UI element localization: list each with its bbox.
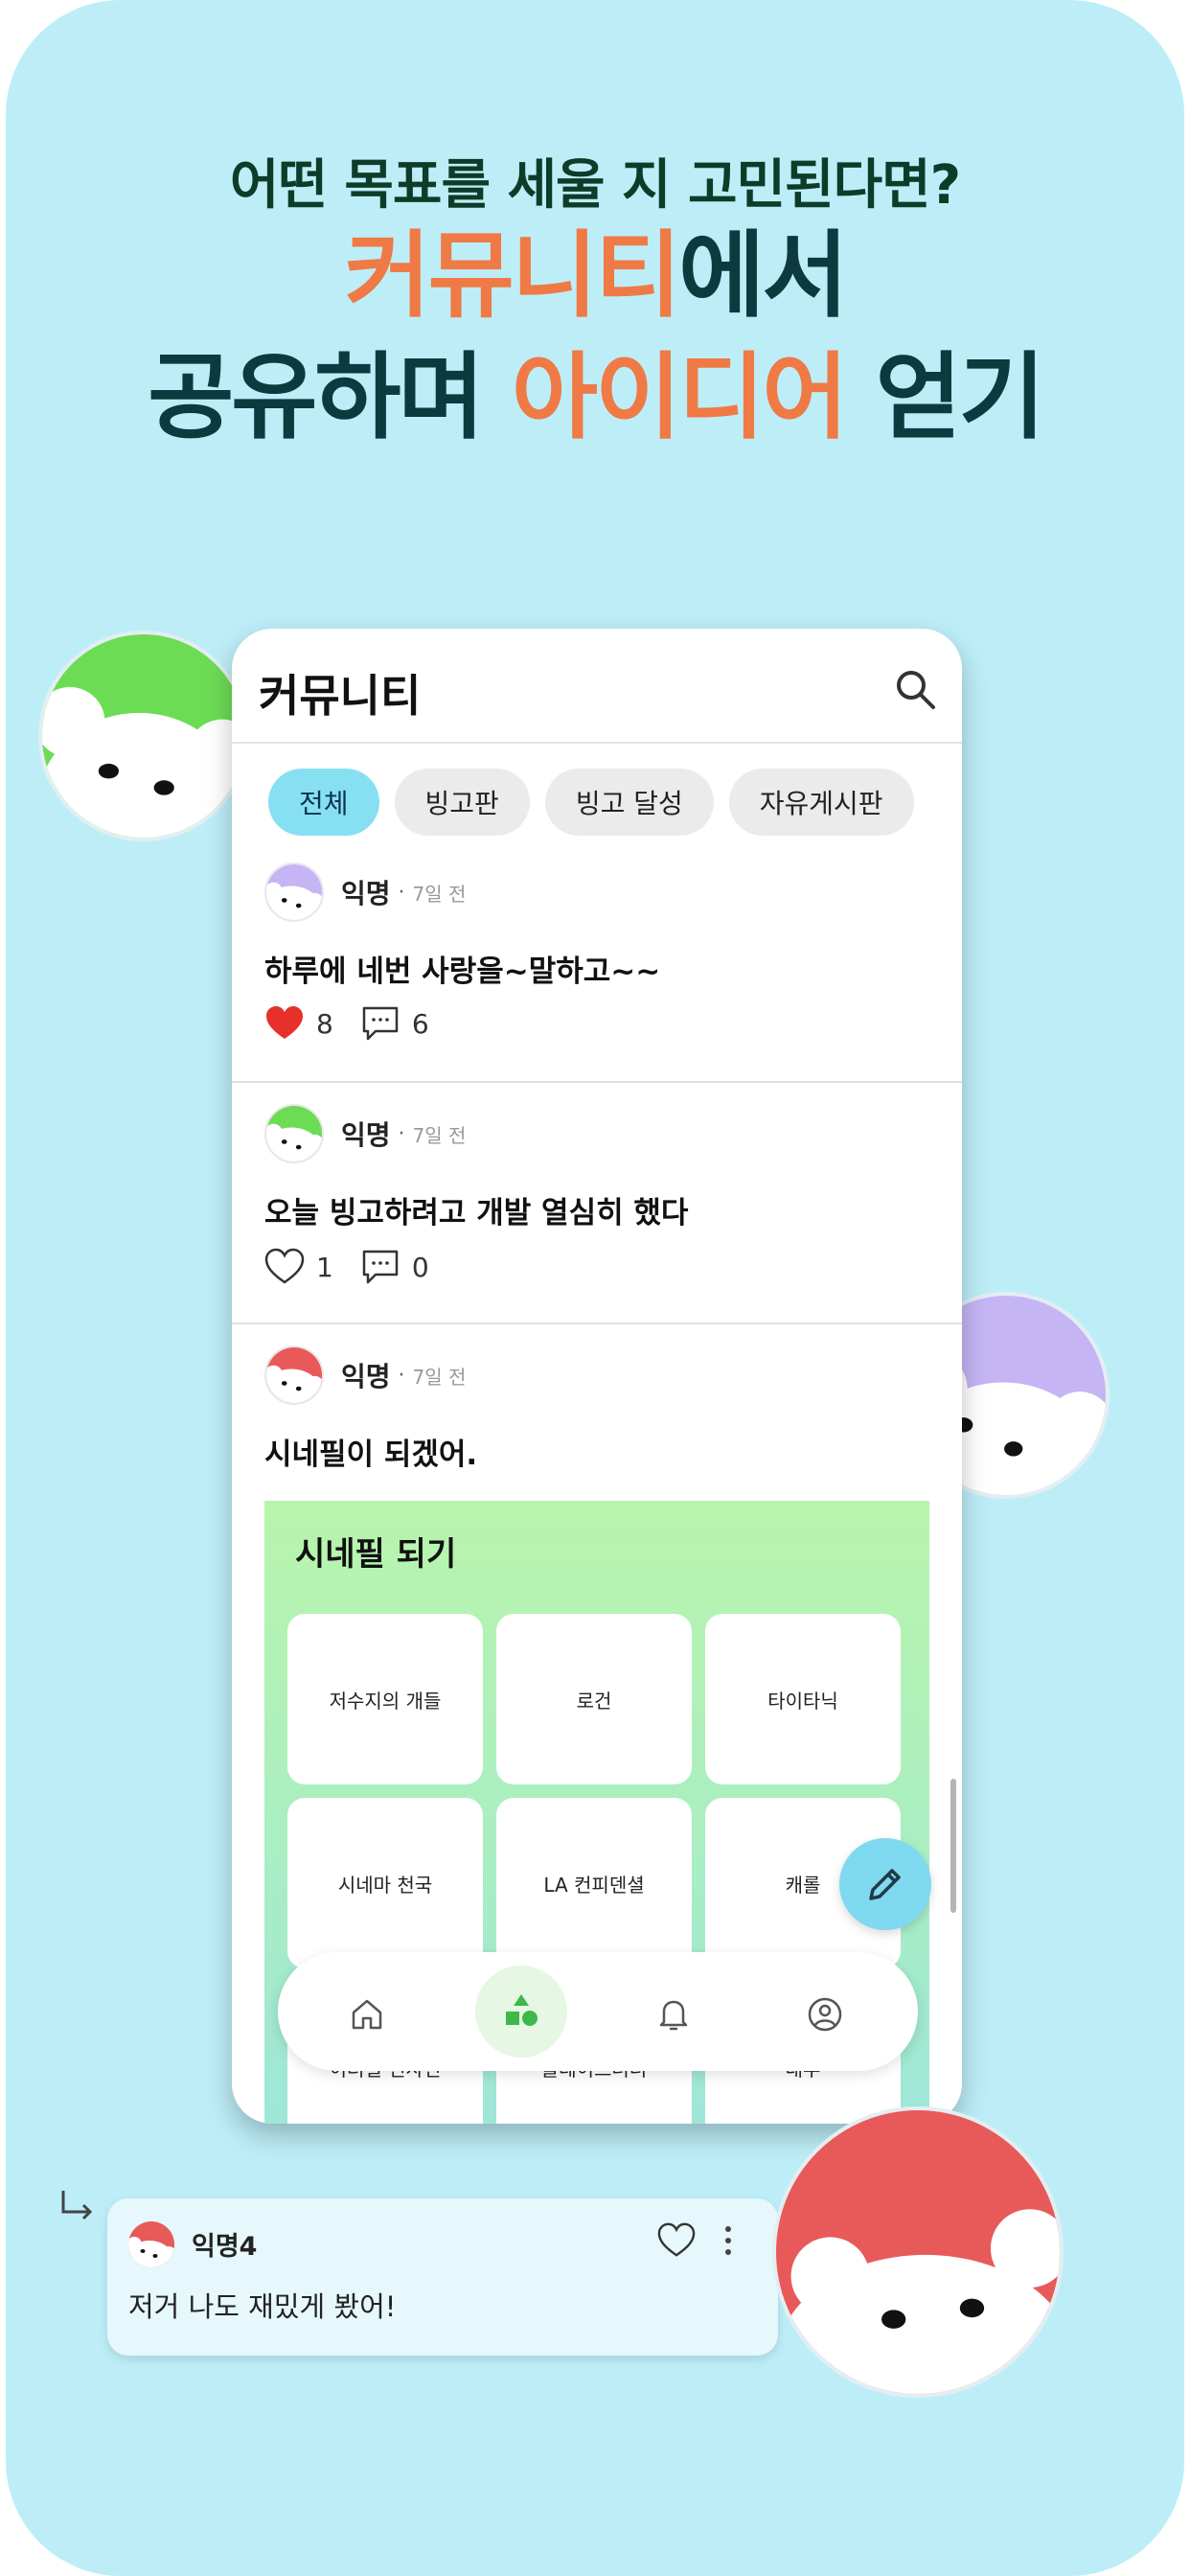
headline-line-3: 공유하며 아이디어 얻기 [0, 340, 1190, 455]
separator-dot: · [398, 1121, 405, 1146]
page-title: 커뮤니티 [259, 670, 422, 722]
post-text: 오늘 빙고하려고 개발 열심히 했다 [264, 1196, 689, 1230]
bingo-cell[interactable]: 로건 [496, 1614, 692, 1784]
separator-dot: · [398, 1363, 405, 1388]
comment-author: 익명4 [192, 2232, 258, 2262]
avatar [128, 2221, 174, 2267]
bingo-cell[interactable]: LA 컨피덴셜 [496, 1798, 692, 1968]
pencil-icon [869, 1869, 901, 1900]
post-meta: 익명 · 7일 전 [264, 862, 466, 922]
post-text: 시네필이 되겠어. [264, 1438, 478, 1472]
post-reactions: 8 6 [264, 1004, 456, 1043]
heart-outline-icon[interactable] [657, 2221, 696, 2260]
post-reactions: 1 0 [264, 1248, 456, 1286]
bingo-cell[interactable]: 타이타닉 [705, 1614, 901, 1784]
avatar [264, 862, 324, 922]
comment-text: 저거 나도 재밌게 봤어! [128, 2290, 397, 2323]
post-item[interactable]: 익명 · 7일 전 하루에 네번 사랑을~말하고~~ 8 6 [232, 862, 962, 1083]
bingo-title: 시네필 되기 [295, 1535, 457, 1574]
headline-line-3-start: 공유하며 [148, 343, 512, 452]
app-header: 커뮤니티 [232, 629, 962, 744]
headline-highlight-idea: 아이디어 [511, 343, 849, 452]
tab-all[interactable]: 전체 [268, 769, 379, 836]
reply-arrow-icon [61, 2191, 93, 2220]
comment-icon[interactable] [360, 1248, 400, 1286]
like-count: 8 [316, 1007, 333, 1040]
heart-filled-icon[interactable] [264, 1004, 305, 1043]
headline-line-3-end: 얻기 [845, 343, 1045, 452]
avatar [264, 1104, 324, 1163]
post-meta: 익명 · 7일 전 [264, 1104, 466, 1163]
comment-icon[interactable] [360, 1004, 400, 1043]
nav-profile[interactable] [782, 1971, 868, 2058]
bottom-navigation [278, 1952, 918, 2071]
red-bear-avatar [772, 2106, 1064, 2398]
nav-community[interactable] [475, 1966, 567, 2058]
tab-bingo-achieved[interactable]: 빙고 달성 [544, 769, 714, 836]
nav-home[interactable] [324, 1971, 410, 2058]
separator-dot: · [398, 880, 405, 905]
profile-icon [808, 1997, 842, 2032]
post-time: 7일 전 [412, 1123, 467, 1147]
tab-free-board[interactable]: 자유게시판 [728, 769, 914, 836]
green-bear-avatar [38, 631, 249, 841]
headline-line-2: 커뮤니티에서 [0, 218, 1190, 334]
bingo-cell[interactable]: 저수지의 개들 [287, 1614, 483, 1784]
post-item[interactable]: 익명 · 7일 전 오늘 빙고하려고 개발 열심히 했다 1 0 [232, 1104, 962, 1324]
post-meta: 익명 · 7일 전 [264, 1346, 466, 1405]
heart-outline-icon[interactable] [264, 1248, 305, 1286]
post-author: 익명 [341, 1361, 391, 1392]
headline-highlight-community: 커뮤니티 [344, 221, 682, 331]
like-count: 1 [316, 1251, 333, 1283]
category-tabs: 전체 빙고판 빙고 달성 자유게시판 [268, 769, 914, 836]
post-time: 7일 전 [412, 882, 467, 906]
scrollbar[interactable] [950, 1779, 956, 1913]
post-text: 하루에 네번 사랑을~말하고~~ [264, 954, 661, 989]
post-time: 7일 전 [412, 1365, 467, 1389]
comment-card[interactable]: 익명4 저거 나도 재밌게 봤어! [107, 2198, 778, 2356]
home-icon [352, 1999, 382, 2030]
community-icon [506, 1994, 538, 2026]
search-icon[interactable] [893, 667, 937, 711]
headline-line-2-rest: 에서 [678, 221, 848, 331]
bell-icon [659, 2000, 688, 2031]
write-post-button[interactable] [839, 1838, 931, 1930]
post-author: 익명 [341, 1119, 391, 1151]
post-author: 익명 [341, 878, 391, 909]
comment-count: 0 [411, 1251, 429, 1283]
tab-bingo-board[interactable]: 빙고판 [394, 769, 530, 836]
avatar [264, 1346, 324, 1405]
comment-count: 6 [411, 1007, 429, 1040]
nav-notifications[interactable] [630, 1971, 717, 2058]
bingo-cell[interactable]: 시네마 천국 [287, 1798, 483, 1968]
headline-question: 어떤 목표를 세울 지 고민된다면? [229, 154, 961, 217]
more-vertical-icon[interactable] [717, 2221, 740, 2260]
